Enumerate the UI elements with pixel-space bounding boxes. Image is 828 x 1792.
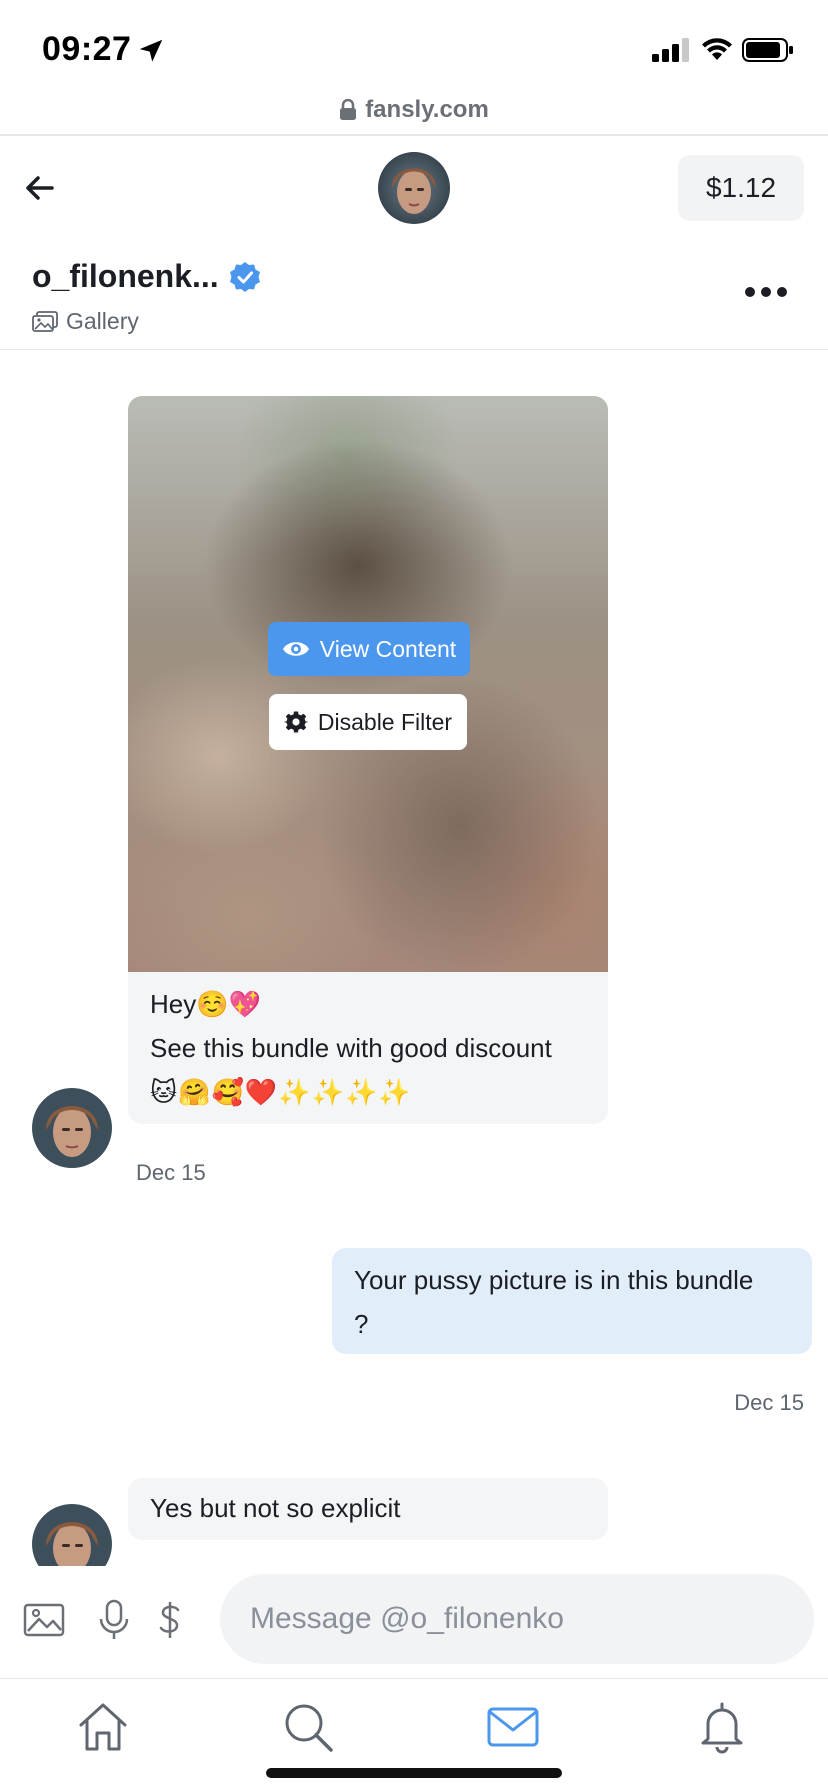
url-text: fansly.com [365,96,489,123]
more-options-icon[interactable] [744,282,788,302]
view-content-label: View Content [319,635,457,662]
search-icon[interactable] [280,1699,336,1755]
location-arrow-icon [139,39,163,62]
microphone-icon[interactable] [92,1598,136,1642]
message-timestamp: Dec 15 [734,1390,804,1415]
message-input[interactable] [220,1574,814,1664]
lock-icon [340,99,357,120]
notifications-bell-icon[interactable] [694,1699,750,1755]
eye-icon [282,642,309,656]
image-attach-icon[interactable] [22,1598,66,1642]
disable-filter-label: Disable Filter [317,708,453,735]
profile-name-text: o_filonenk... [32,258,219,294]
view-content-button[interactable]: View Content [268,622,470,676]
battery-icon [742,38,793,62]
status-bar: 09:27 [0,0,828,96]
gear-icon [283,711,308,733]
gallery-icon [32,310,58,332]
messages-icon[interactable] [485,1699,541,1755]
divider [0,349,828,350]
message-text: Hey☺️💖 [150,989,261,1019]
verified-badge-icon [229,261,260,292]
divider [0,134,828,136]
gallery-link[interactable]: Gallery [32,308,139,335]
disable-filter-button[interactable]: Disable Filter [269,694,467,750]
url-bar[interactable]: fansly.com [0,96,828,136]
message-text: ? [354,1309,369,1339]
home-icon[interactable] [75,1699,131,1755]
message-bubble-outgoing: Your pussy picture is in this bundle ? [332,1248,812,1354]
url-display[interactable]: fansly.com [339,96,489,124]
avatar-clip [0,1480,828,1566]
blurred-media-preview[interactable]: View Content Disable Filter [128,396,608,972]
status-time: 09:27 [42,30,132,68]
message-timestamp: Dec 15 [136,1160,206,1185]
message-bubble-incoming: Hey☺️💖 See this bundle with good discoun… [128,972,608,1124]
sender-avatar[interactable] [32,1504,112,1566]
dollar-tip-icon[interactable] [148,1598,192,1642]
cellular-signal-icon [652,38,689,62]
balance-button[interactable]: $1.12 [678,155,804,221]
avatar-image [32,1504,112,1566]
home-indicator [266,1768,562,1778]
message-composer [0,1566,828,1678]
message-text: Your pussy picture is in this bundle [354,1265,754,1295]
avatar-image [378,152,450,224]
back-arrow-icon[interactable] [20,168,60,208]
sender-avatar[interactable] [32,1088,112,1168]
wifi-icon [702,38,732,60]
gallery-label: Gallery [66,308,139,334]
avatar-image [32,1088,112,1168]
profile-name[interactable]: o_filonenk... [32,258,261,295]
header-avatar[interactable] [378,152,450,224]
message-text: 🐱🤗🥰❤️✨✨✨✨ [150,1077,412,1107]
message-text: See this bundle with good discount [150,1033,552,1063]
